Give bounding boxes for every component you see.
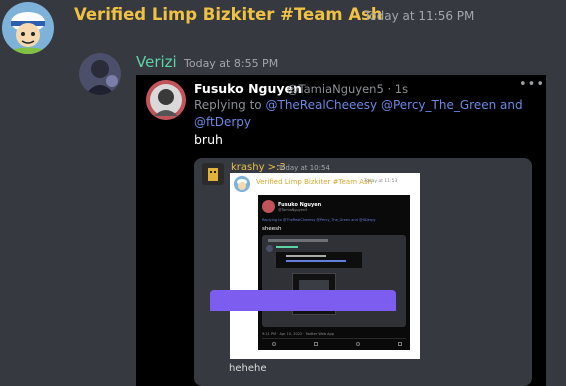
inner-tweet-handle: @TamiaNguyen5 <box>278 208 308 212</box>
deep-nested-tweet-line <box>286 260 346 262</box>
share-icon <box>398 342 402 346</box>
message-timestamp: Today at 8:55 PM <box>184 57 279 70</box>
tweet-author-avatar <box>146 80 186 120</box>
inner-author-name: Verified Limp Bizkiter #Team Ash <box>256 178 373 186</box>
inner-tweet-avatar <box>262 200 275 213</box>
yellow-creature-avatar-icon <box>202 163 224 185</box>
deep-nested-discord-block <box>262 235 406 327</box>
user-avatar-verizi[interactable] <box>79 53 121 95</box>
deep-nested-tweet-line <box>286 255 326 257</box>
user-avatar-verified-limp-bizkiter[interactable] <box>2 2 54 54</box>
nested-message-text: hehehe <box>229 363 267 374</box>
dark-figure-avatar-icon <box>79 53 121 95</box>
message-author-name[interactable]: Verified Limp Bizkiter #Team Ash <box>74 5 383 24</box>
cap-boy-avatar-icon <box>2 2 54 54</box>
inner-tweet-action-icons <box>272 342 402 346</box>
tweet-reply-line: Replying to @TheRealCheeesy @Percy_The_G… <box>194 97 524 131</box>
inner-tweet-reply-line: Replying to @TheRealCheeesy @Percy_The_G… <box>262 218 376 222</box>
reply-icon <box>272 342 276 346</box>
nested-timestamp: Today at 10:54 <box>278 164 330 172</box>
message-timestamp: Today at 11:56 PM <box>364 9 475 23</box>
inner-tweet-actions-divider <box>262 338 406 339</box>
mention-link: @ftDerpy <box>194 115 251 129</box>
mention-links: @TheRealCheeesy @Percy_The_Green and <box>265 98 523 112</box>
embedded-discord-message: krashy >:3 Today at 10:54 Verified Limp … <box>194 158 532 386</box>
inner-tweet-footer: 9:21 PM · Apr 10, 2022 · Twitter Web App <box>262 332 334 336</box>
inner-author-avatar <box>234 176 250 192</box>
like-icon <box>356 342 360 346</box>
deep-nested-header <box>268 239 328 242</box>
message-author-name[interactable]: Verizi <box>136 53 177 71</box>
inner-tweet-body-text: sheesh <box>262 226 282 232</box>
inner-tweet-screenshot: Fusuko Nguyen @TamiaNguyen5 ••• Replying… <box>258 195 410 350</box>
tweet-handle: @TamiaNguyen5 · 1s <box>287 82 409 96</box>
cap-boy-avatar-icon <box>234 176 250 192</box>
more-options-icon: ••• <box>519 77 546 92</box>
purple-accent-bar <box>210 290 396 311</box>
tweet-screenshot-attachment[interactable]: Fusuko Nguyen @TamiaNguyen5 · 1s ••• Rep… <box>136 75 546 386</box>
inner-timestamp: Today at 11:53 <box>364 179 398 184</box>
deep-nested-tweet <box>276 252 362 268</box>
retweet-icon <box>314 342 318 346</box>
deep-nested-name <box>276 246 298 248</box>
tweet-body-text: bruh <box>194 132 223 147</box>
profile-photo-icon <box>146 80 186 120</box>
deep-nested-avatar <box>266 245 273 252</box>
nested-author-avatar <box>202 163 224 185</box>
tweet-display-name: Fusuko Nguyen <box>194 81 302 96</box>
replying-to-label: Replying to <box>194 98 262 112</box>
nested-screenshot-image: Verified Limp Bizkiter #Team Ash Today a… <box>230 173 420 359</box>
